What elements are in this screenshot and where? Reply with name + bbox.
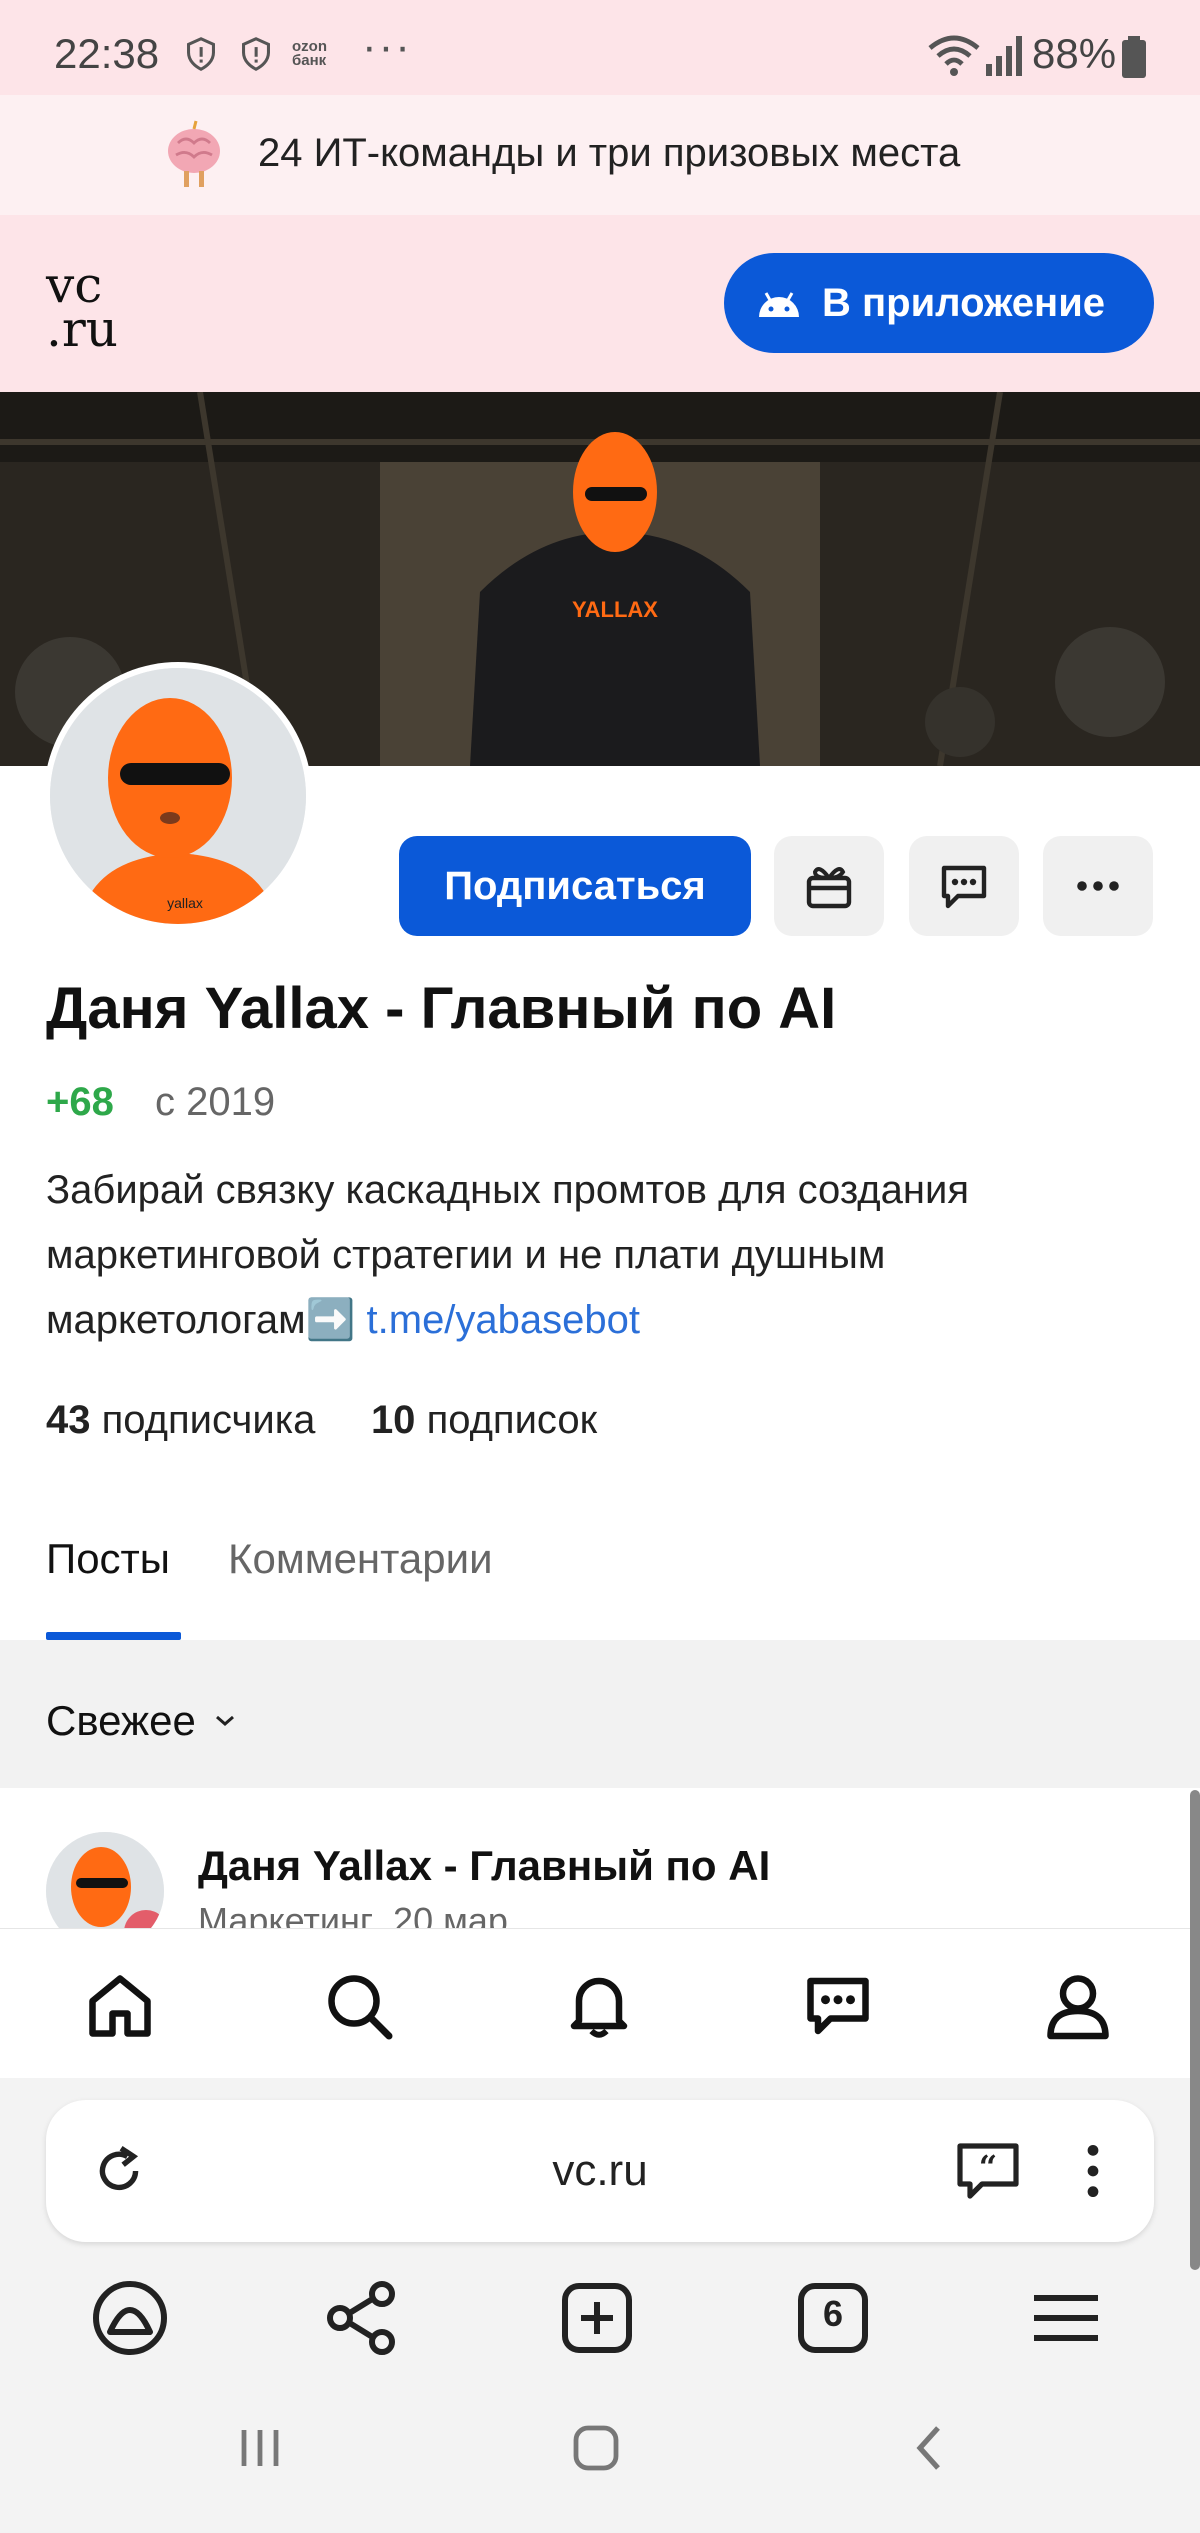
home-system-icon[interactable] [566,2418,626,2478]
search-icon[interactable] [324,1971,394,2041]
gift-icon [806,867,852,909]
scrollbar[interactable] [1190,1790,1200,2270]
chevron-down-icon [215,1715,234,1726]
more-options-button[interactable] [1043,836,1153,936]
promo-text: 24 ИТ-команды и три призовых места [258,131,961,175]
profile-rating[interactable]: +68 [46,1080,114,1125]
donate-button[interactable] [774,836,884,936]
profile-counts: 43 подписчика 10 подписок [46,1398,597,1443]
post-avatar-image [46,1832,164,1928]
more-dots-icon: ··· [362,22,412,71]
profile-avatar[interactable]: yallax [44,662,312,930]
profile-name: Даня Yallax - Главный по AI [46,976,837,1041]
signal-icon [986,36,1022,76]
profile-icon[interactable] [1043,1971,1113,2041]
bell-icon[interactable] [564,1971,634,2041]
post-date: 20 мар [393,1900,508,1928]
android-icon [759,292,799,317]
vc-logo[interactable]: vc .ru [46,260,118,354]
chat-icon [941,865,987,909]
open-in-app-label: В приложение [822,280,1106,325]
status-time: 22:38 [54,30,160,77]
subscribe-button[interactable]: Подписаться [399,836,751,936]
post-card[interactable]: Даня Yallax - Главный по AI Маркетинг 20… [0,1788,1200,1928]
subscriptions-link[interactable]: 10 подписок [371,1398,597,1442]
app-bottom-nav [0,1928,1200,2078]
quote-reader-icon[interactable]: “ [954,2140,1022,2202]
subscriptions-label: подписок [426,1398,598,1442]
subscriptions-count: 10 [370,1398,416,1442]
battery-icon [1122,36,1146,78]
site-header: vc .ru В приложение [0,215,1200,392]
profile-bio: Забирай связку каскадных промтов для соз… [46,1158,1156,1353]
browser-chrome: vc.ru “ 6 [0,2078,1200,2533]
sort-dropdown[interactable]: Свежее [46,1697,238,1745]
status-bar: 22:38 ozon банк ··· 88% [0,0,1200,95]
svg-text:“: “ [979,2148,997,2186]
subscribers-count: 43 [46,1398,91,1442]
messages-icon[interactable] [803,1971,873,2041]
cover-brand-text: YALLAX [572,597,658,622]
open-in-app-button[interactable]: В приложение [724,253,1154,353]
avatar-brand-text: yallax [167,895,203,911]
active-tab-indicator [46,1632,181,1640]
bio-link[interactable]: t.me/yabasebot [367,1298,641,1342]
shield-icon [187,37,215,71]
address-bar[interactable]: vc.ru “ [46,2100,1154,2242]
more-vertical-icon[interactable] [1080,2140,1106,2202]
avatar-image: yallax [50,668,306,924]
back-icon[interactable] [900,2418,960,2478]
wifi-icon [928,35,980,76]
hamburger-menu-icon[interactable] [1026,2278,1106,2358]
alice-assistant-icon[interactable] [90,2278,170,2358]
share-icon[interactable] [322,2278,402,2358]
post-category[interactable]: Маркетинг [198,1900,373,1928]
tab-posts[interactable]: Посты [46,1535,170,1583]
subscribers-label: подписчика [101,1398,316,1442]
profile-since: с 2019 [155,1080,276,1124]
ozon-bank-icon: ozon банк [292,38,327,69]
sort-label: Свежее [46,1697,196,1744]
new-tab-icon[interactable] [557,2278,637,2358]
brain-mascot-icon [168,120,220,187]
post-meta: Маркетинг 20 мар [198,1900,508,1928]
more-horizontal-icon [1077,881,1119,891]
shield-icon [242,37,270,71]
post-author-avatar[interactable] [46,1832,164,1928]
promo-banner[interactable]: 24 ИТ-команды и три призовых места [0,95,1200,215]
battery-percent: 88% [1032,30,1117,77]
home-icon[interactable] [85,1971,155,2041]
post-author-name[interactable]: Даня Yallax - Главный по AI [198,1842,770,1890]
tab-comments[interactable]: Комментарии [228,1535,493,1583]
tabs-count: 6 [822,2293,844,2334]
tabs-count-button[interactable]: 6 [793,2278,873,2358]
message-button[interactable] [909,836,1019,936]
subscribers-link[interactable]: 43 подписчика [46,1398,315,1442]
recent-apps-icon[interactable] [230,2418,290,2478]
